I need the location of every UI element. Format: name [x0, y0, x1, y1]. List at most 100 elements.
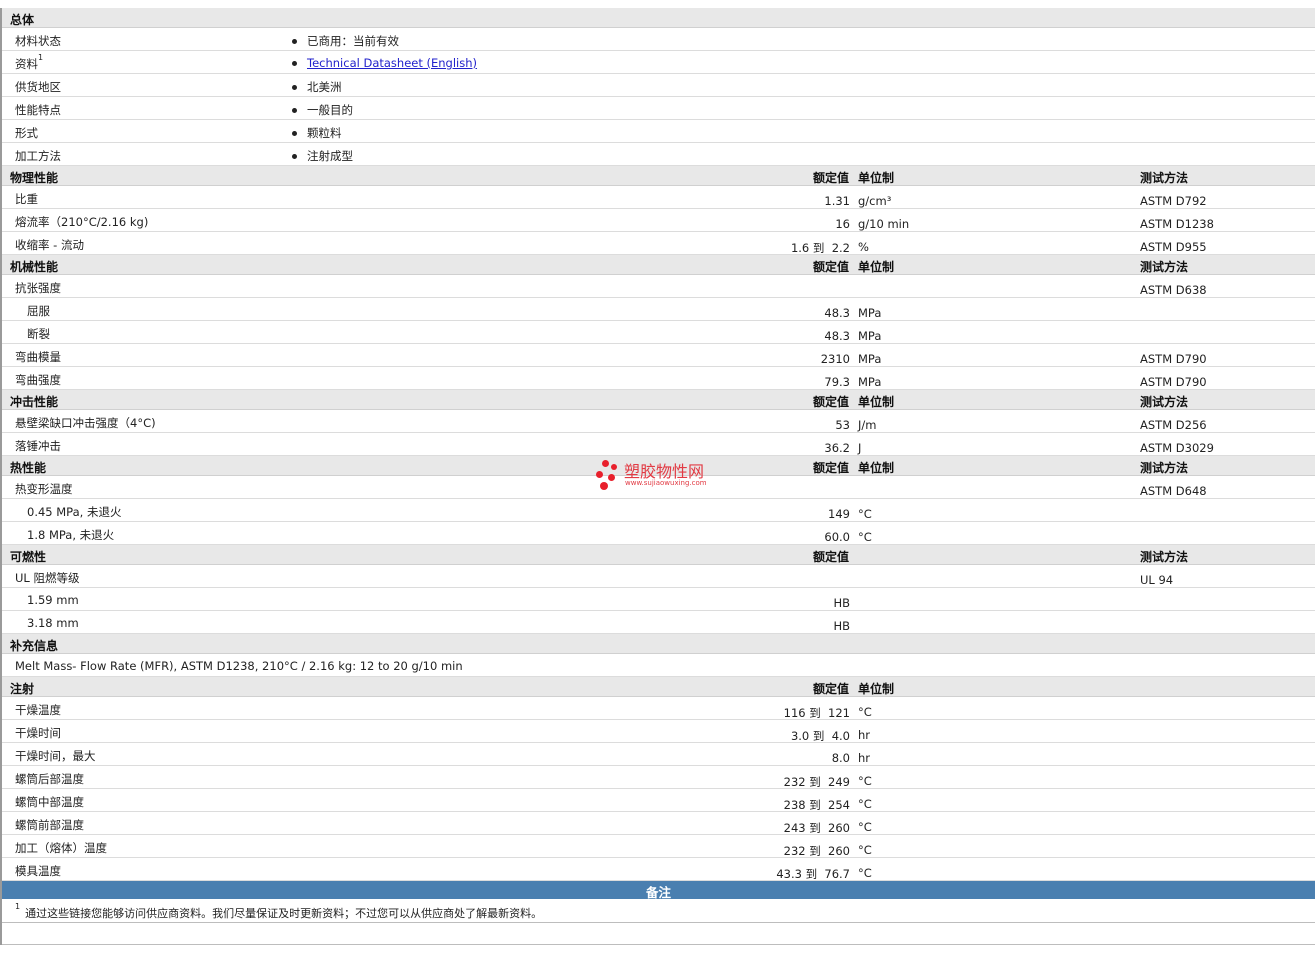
property-label: 热变形温度 [15, 482, 73, 496]
bullet-icon [292, 131, 297, 136]
unit-value: °C [858, 843, 872, 857]
bullet-icon [292, 39, 297, 44]
unit-value: hr [858, 751, 871, 765]
property-label: 干燥温度 [15, 703, 61, 717]
note-text: 1 通过这些链接您能够访问供应商资料。我们尽量保证及时更新资料；不过您可以从供应商… [15, 902, 542, 921]
property-row: 收缩率 - 流动 1.6 到 2.2% ASTM D955 [2, 232, 1315, 255]
injection-row: 干燥时间，最大 8.0 hr [2, 743, 1315, 766]
test-method: ASTM D256 [1140, 418, 1207, 432]
property-label: 加工（熔体）温度 [15, 841, 107, 855]
property-label: 断裂 [27, 327, 50, 341]
supplement-row: Melt Mass- Flow Rate (MFR), ASTM D1238, … [2, 654, 1315, 677]
unit-header: 单位制 [858, 395, 895, 409]
unit-value: °C [858, 797, 872, 811]
property-label: 材料状态 [15, 33, 61, 49]
unit-value: °C [858, 705, 872, 719]
property-value: 一般目的 [292, 102, 353, 118]
section-header: 注射 额定值 单位制 [2, 677, 1315, 697]
property-row: 1.59 mm HB [2, 588, 1315, 611]
test-method: ASTM D790 [1140, 375, 1207, 389]
nominal-value: 1.6 到 2.2 [790, 241, 850, 255]
property-row: UL 阻燃等级 UL 94 [2, 565, 1315, 588]
nominal-header: 额定值 [812, 395, 849, 409]
property-label: 螺筒中部温度 [15, 795, 84, 809]
property-label: 螺筒后部温度 [15, 772, 84, 786]
unit-value: J [858, 441, 862, 455]
unit-value: MPa [858, 306, 882, 320]
test-method: ASTM D648 [1140, 484, 1207, 498]
section-title: 冲击性能 [10, 395, 59, 409]
property-row: 悬壁梁缺口冲击强度（4°C) 53 J/m ASTM D256 [2, 410, 1315, 433]
property-label: 干燥时间 [15, 726, 61, 740]
injection-row: 加工（熔体）温度 232 到 260 °C [2, 835, 1315, 858]
property-value: 北美洲 [292, 79, 342, 95]
bullet-icon [292, 108, 297, 113]
property-value-text: 已商用：当前有效 [307, 34, 399, 48]
property-value: Technical Datasheet (English) [292, 56, 477, 70]
technical-datasheet-link[interactable]: Technical Datasheet (English) [307, 56, 477, 70]
supplement-text: Melt Mass- Flow Rate (MFR), ASTM D1238, … [15, 659, 463, 673]
test-method: ASTM D792 [1140, 194, 1207, 208]
property-label: 加工方法 [15, 148, 61, 164]
property-label-text: 资料 [15, 57, 38, 71]
footnote-marker: 1 [38, 53, 44, 62]
test-method-header: 测试方法 [1140, 461, 1189, 475]
bullet-icon [292, 85, 297, 90]
test-method: ASTM D1238 [1140, 217, 1214, 231]
property-label: 形式 [15, 125, 38, 141]
property-label-text: 供货地区 [15, 80, 61, 94]
nominal-value: 8.0 [831, 751, 850, 765]
nominal-value: 3.0 到 4.0 [790, 729, 850, 743]
section-title: 热性能 [10, 461, 47, 475]
property-value-text: 北美洲 [307, 80, 342, 94]
section-header: 冲击性能 额定值 单位制 测试方法 [2, 390, 1315, 410]
notes-header: 备注 [2, 881, 1315, 900]
property-label: 弯曲强度 [15, 373, 61, 387]
datasheet: 总体 材料状态 已商用：当前有效 资料1 Technical Datasheet (En… [0, 8, 1315, 945]
general-row: 加工方法 注射成型 [2, 143, 1315, 166]
test-method-header: 测试方法 [1140, 260, 1189, 274]
property-label: 收缩率 - 流动 [15, 238, 84, 252]
property-row: 落锤冲击 36.2 J ASTM D3029 [2, 433, 1315, 456]
property-label: 比重 [15, 192, 38, 206]
nominal-value: HB [833, 596, 850, 610]
section-title: 物理性能 [10, 171, 59, 185]
section-header: 机械性能 额定值 单位制 测试方法 [2, 255, 1315, 275]
property-label-text: 加工方法 [15, 149, 61, 163]
unit-value: °C [858, 530, 872, 544]
injection-row: 干燥时间 3.0 到 4.0 hr [2, 720, 1315, 743]
section-title: 机械性能 [10, 260, 59, 274]
general-row: 材料状态 已商用：当前有效 [2, 28, 1315, 51]
nominal-value: 36.2 [824, 441, 850, 455]
property-row: 1.8 MPa, 未退火 60.0 °C [2, 522, 1315, 545]
nominal-value: 238 到 254 [783, 798, 850, 812]
test-method: UL 94 [1140, 573, 1174, 587]
nominal-value: 1.31 [824, 194, 850, 208]
general-row: 形式 颗粒料 [2, 120, 1315, 143]
property-value-text: 颗粒料 [307, 126, 342, 140]
blank-row [2, 923, 1315, 945]
injection-row: 螺筒前部温度 243 到 260 °C [2, 812, 1315, 835]
property-label: 资料1 [15, 53, 44, 72]
property-row: 屈服 48.3 MPa [2, 298, 1315, 321]
nominal-value: 149 [828, 507, 850, 521]
property-value: 颗粒料 [292, 125, 342, 141]
property-label: 性能特点 [15, 102, 61, 118]
section-header: 物理性能 额定值 单位制 测试方法 [2, 166, 1315, 186]
unit-value: °C [858, 507, 872, 521]
section-header: 补充信息 [2, 634, 1315, 654]
property-row: 弯曲强度 79.3 MPa ASTM D790 [2, 367, 1315, 390]
nominal-value: 60.0 [824, 530, 850, 544]
property-label: 0.45 MPa, 未退火 [27, 505, 122, 519]
test-method-header: 测试方法 [1140, 550, 1189, 564]
property-label-text: 材料状态 [15, 34, 61, 48]
nominal-header: 额定值 [812, 260, 849, 274]
footnote-marker: 1 [15, 902, 21, 911]
nominal-value: 48.3 [824, 329, 850, 343]
nominal-value: 243 到 260 [783, 821, 850, 835]
section-header: 热性能 额定值 单位制 测试方法 [2, 456, 1315, 476]
property-row: 3.18 mm HB [2, 611, 1315, 634]
injection-row: 螺筒中部温度 238 到 254 °C [2, 789, 1315, 812]
property-row: 比重 1.31 g/cm³ ASTM D792 [2, 186, 1315, 209]
unit-value: °C [858, 820, 872, 834]
